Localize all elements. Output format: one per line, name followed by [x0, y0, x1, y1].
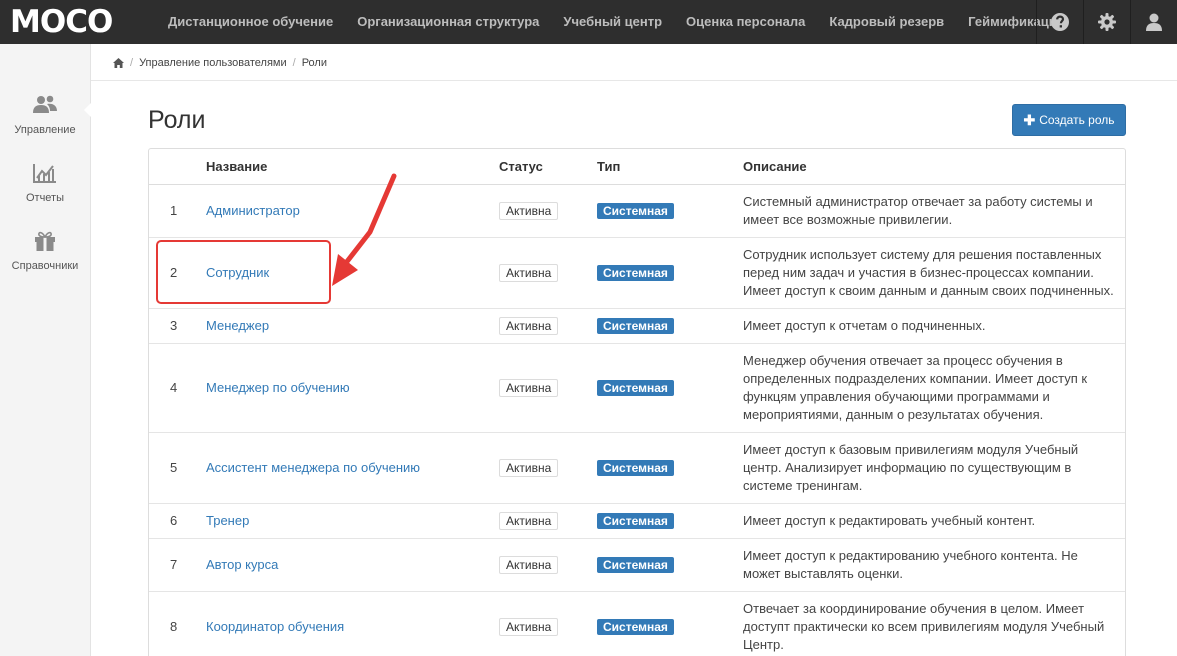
role-name-link[interactable]: Координатор обучения — [206, 619, 344, 634]
column-header-number — [149, 149, 206, 185]
table-row: 3 Менеджер Активна Системная Имеет досту… — [149, 307, 1125, 343]
column-header-status[interactable]: Статус — [499, 149, 597, 185]
page-title: Роли — [148, 106, 206, 134]
sidebar-item-management[interactable]: Управление — [0, 94, 90, 138]
gift-icon — [35, 231, 55, 251]
type-badge: Системная — [597, 317, 674, 334]
status-badge: Активна — [499, 316, 559, 335]
status-badge: Активна — [499, 511, 559, 530]
navbar-icons — [1036, 0, 1177, 44]
row-number: 1 — [149, 183, 206, 237]
role-name-link[interactable]: Менеджер по обучению — [206, 380, 350, 395]
status-badge: Активна — [499, 201, 559, 220]
sidebar-item-label: Управление — [14, 124, 76, 136]
type-badge: Системная — [597, 264, 674, 281]
type-badge: Системная — [597, 202, 674, 219]
column-header-description: Описание — [743, 149, 1125, 185]
status-badge: Активна — [499, 458, 559, 477]
row-number: 6 — [149, 502, 206, 538]
app-logo[interactable]: MOCO — [10, 5, 113, 39]
profile-button[interactable] — [1130, 0, 1177, 44]
top-navbar: MOCO Дистанционное обучение Организацион… — [0, 0, 1177, 44]
plus-icon: ✚ — [1023, 111, 1036, 128]
row-number: 4 — [149, 342, 206, 432]
table-row: 7 Автор курса Активна Системная Имеет до… — [149, 537, 1125, 591]
breadcrumb-separator: / — [292, 57, 296, 69]
status-badge: Активна — [499, 263, 559, 282]
type-badge: Системная — [597, 379, 674, 396]
role-description: Имеет доступ к отчетам о подчиненных. — [743, 307, 1125, 343]
nav-item-talent-pool[interactable]: Кадровый резерв — [817, 0, 956, 44]
table-row: 1 Администратор Активна Системная Систем… — [149, 183, 1125, 237]
help-button[interactable] — [1036, 0, 1083, 44]
settings-button[interactable] — [1083, 0, 1130, 44]
type-badge: Системная — [597, 618, 674, 635]
type-badge: Системная — [597, 512, 674, 529]
role-description: Имеет доступ к редактировать учебный кон… — [743, 502, 1125, 538]
type-badge: Системная — [597, 459, 674, 476]
role-name-link[interactable]: Тренер — [206, 513, 249, 528]
breadcrumb-roles: Роли — [301, 57, 327, 69]
role-description: Системный администратор отвечает за рабо… — [743, 183, 1125, 237]
status-badge: Активна — [499, 555, 559, 574]
breadcrumb-user-management[interactable]: Управление пользователями — [139, 57, 287, 69]
nav-item-distance-learning[interactable]: Дистанционное обучение — [156, 0, 345, 44]
nav-item-org-structure[interactable]: Организационная структура — [345, 0, 551, 44]
role-description: Имеет доступ к базовым привилегиям модул… — [743, 431, 1125, 503]
nav-item-training-center[interactable]: Учебный центр — [551, 0, 674, 44]
row-number: 7 — [149, 537, 206, 591]
nav-item-assessment[interactable]: Оценка персонала — [674, 0, 817, 44]
status-badge: Активна — [499, 617, 559, 636]
gear-icon — [1098, 13, 1116, 31]
left-sidebar: Управление Отчеты Справочники — [0, 44, 93, 656]
role-description: Имеет доступ к редактированию учебного к… — [743, 537, 1125, 591]
row-number: 8 — [149, 590, 206, 656]
chart-icon — [33, 164, 56, 183]
roles-table: Название Статус Тип Описание 1 Администр… — [148, 148, 1126, 656]
sidebar-item-directories[interactable]: Справочники — [0, 230, 90, 274]
role-description: Сотрудник использует систему для решения… — [743, 236, 1125, 308]
role-description: Отвечает за координирование обучения в ц… — [743, 590, 1125, 656]
type-badge: Системная — [597, 556, 674, 573]
role-description: Менеджер обучения отвечает за процесс об… — [743, 342, 1125, 432]
breadcrumb-separator: / — [130, 57, 134, 69]
table-row: 6 Тренер Активна Системная Имеет доступ … — [149, 502, 1125, 538]
home-icon[interactable] — [113, 58, 124, 68]
role-name-link[interactable]: Администратор — [206, 203, 300, 218]
table-row: 8 Координатор обучения Активна Системная… — [149, 590, 1125, 656]
create-role-button[interactable]: ✚ Создать роль — [1012, 104, 1126, 136]
column-header-type[interactable]: Тип — [597, 149, 743, 185]
sidebar-item-label: Справочники — [11, 260, 79, 272]
role-name-link[interactable]: Ассистент менеджера по обучению — [206, 460, 420, 475]
role-name-link[interactable]: Менеджер — [206, 318, 269, 333]
annotation-highlight-box — [156, 240, 331, 304]
table-row: 5 Ассистент менеджера по обучению Активн… — [149, 431, 1125, 503]
sidebar-item-label: Отчеты — [25, 192, 65, 204]
role-name-link[interactable]: Автор курса — [206, 557, 278, 572]
help-icon — [1051, 13, 1069, 31]
annotation-arrow — [332, 173, 397, 286]
status-badge: Активна — [499, 378, 559, 397]
table-row: 4 Менеджер по обучению Активна Системная… — [149, 342, 1125, 432]
user-icon — [1146, 13, 1162, 31]
row-number: 5 — [149, 431, 206, 503]
breadcrumb: / Управление пользователями / Роли — [91, 44, 1177, 81]
sidebar-item-reports[interactable]: Отчеты — [0, 162, 90, 206]
row-number: 3 — [149, 307, 206, 343]
sidebar-active-pointer — [84, 101, 93, 119]
table-header-row: Название Статус Тип Описание — [149, 149, 1125, 185]
users-icon — [33, 95, 57, 113]
main-menu: Дистанционное обучение Организационная с… — [156, 0, 1076, 44]
create-role-label: Создать роль — [1039, 113, 1115, 127]
